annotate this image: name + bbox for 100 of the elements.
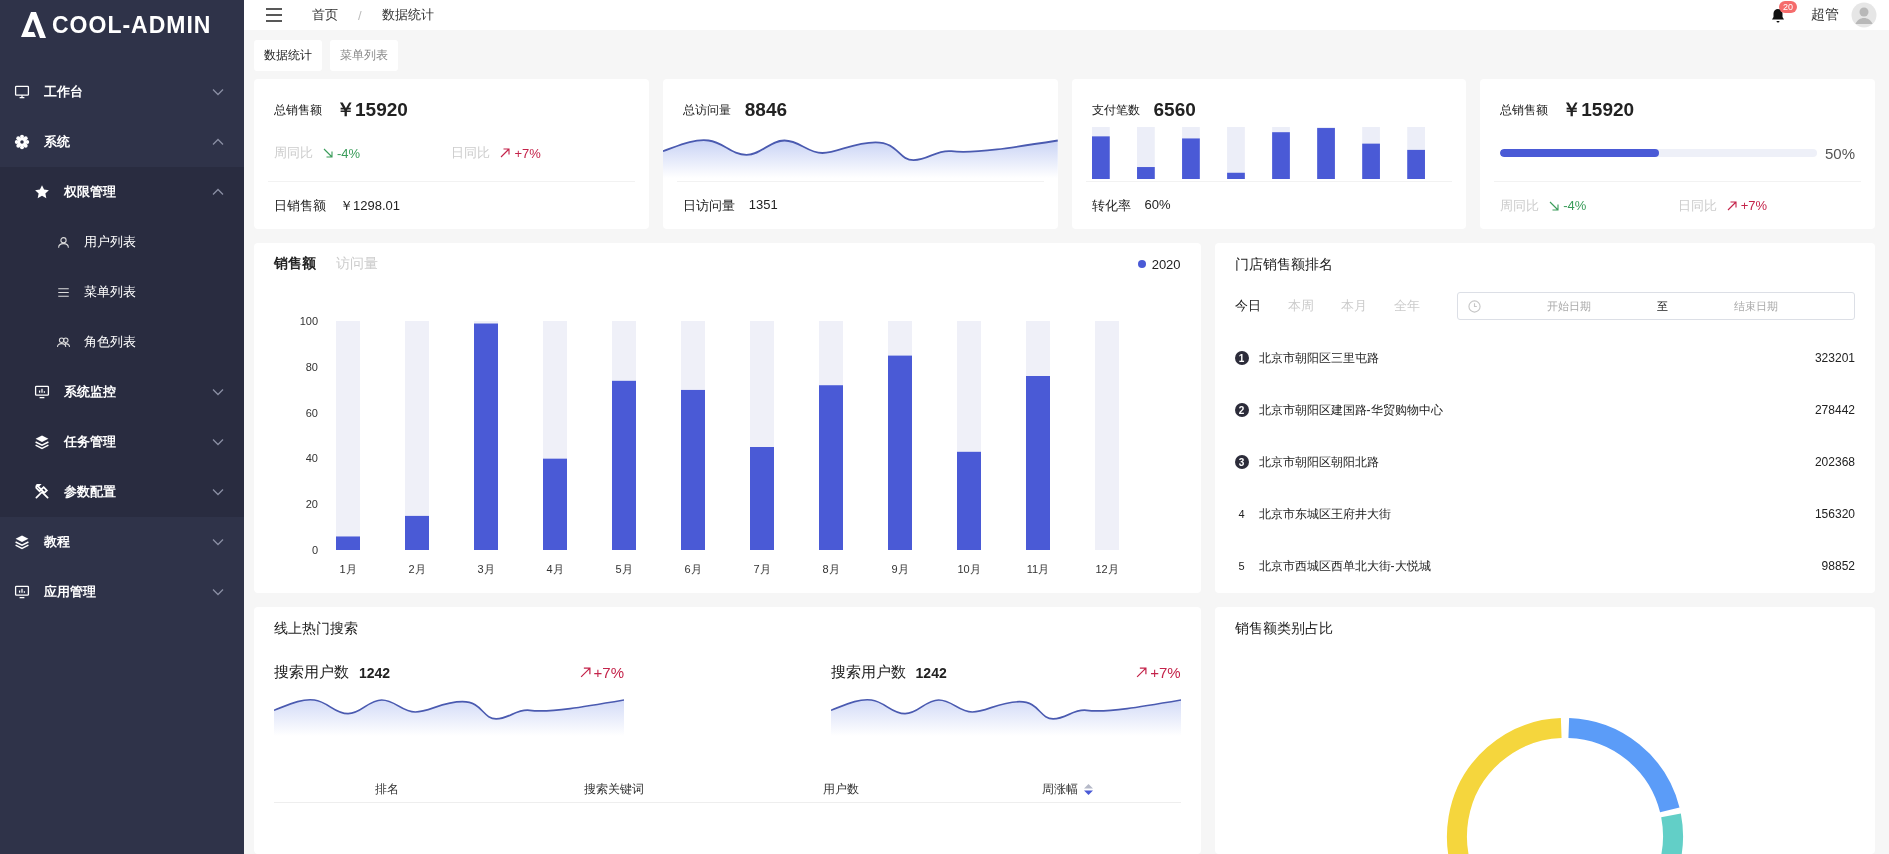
stat-value: 1242: [915, 664, 947, 681]
stat-value: 1242: [359, 664, 391, 681]
star-icon: [34, 184, 50, 200]
tools-icon: [34, 484, 50, 500]
mini-bar: [1406, 127, 1425, 179]
store-name: 北京市西城区西单北大街-大悦城: [1258, 557, 1432, 575]
page-tab[interactable]: 菜单列表: [330, 40, 398, 71]
footer-value: ￥1298.01: [340, 196, 400, 215]
axis-label: 11月: [1026, 563, 1050, 575]
footer-label: 转化率: [1091, 196, 1131, 215]
sales-value: 202368: [1814, 455, 1855, 469]
chevron-icon: [212, 88, 224, 96]
chevron-icon: [212, 388, 224, 396]
axis-label: 1月: [339, 563, 357, 575]
progress-reading: 50%: [1824, 144, 1855, 162]
stat-change: +7%: [1150, 664, 1181, 681]
axis-label: 12月: [1095, 563, 1119, 575]
start-date-input[interactable]: 开始日期: [1480, 299, 1657, 313]
breadcrumb-link[interactable]: 首页: [312, 6, 338, 24]
axis-label: 20: [305, 498, 318, 511]
sales-value: 156320: [1814, 507, 1855, 521]
users-icon: [56, 334, 71, 350]
sales-value: 98852: [1821, 559, 1855, 573]
period-tab[interactable]: 今日: [1234, 297, 1261, 315]
sales-value: 323201: [1814, 351, 1855, 365]
sidebar-item[interactable]: 参数配置: [0, 467, 244, 517]
card-value: 6560: [1153, 99, 1196, 121]
store-name: 北京市朝阳区建国路-华贸购物中心: [1258, 401, 1444, 419]
chevron-icon: [212, 488, 224, 496]
column-header: 搜索关键词: [583, 780, 644, 798]
compare-value: +7%: [514, 145, 541, 161]
layers-icon: [14, 534, 30, 550]
axis-label: 4月: [546, 563, 564, 575]
axis-label: 80: [305, 360, 318, 373]
footer-value: 60%: [1144, 196, 1171, 214]
compare-value: -4%: [337, 145, 361, 161]
page-tab[interactable]: 数据统计: [254, 40, 322, 71]
sidebar-item[interactable]: 权限管理: [0, 167, 244, 217]
monitor-icon: [14, 84, 30, 100]
sidebar-item[interactable]: 角色列表: [0, 317, 244, 367]
axis-label: 7月: [753, 563, 771, 575]
card-title: 门店销售额排名: [1234, 256, 1333, 274]
mini-bar: [1181, 127, 1200, 179]
chevron-icon: [212, 538, 224, 546]
rank-number: 5: [1237, 560, 1246, 572]
menu-icon[interactable]: [266, 8, 282, 22]
mini-bar: [1361, 127, 1380, 179]
rank-number: 4: [1237, 508, 1246, 520]
settings-icon: [14, 134, 30, 150]
axis-label: 2月: [408, 563, 426, 575]
footer-value: 1351: [748, 196, 778, 214]
mini-bar: [1091, 127, 1110, 179]
chart-tab[interactable]: 销售额: [274, 255, 316, 273]
breadcrumb-link[interactable]: 数据统计: [381, 6, 434, 24]
chart-monitor-icon: [14, 584, 30, 600]
bell-icon[interactable]: [1771, 7, 1785, 23]
chevron-icon: [212, 188, 224, 196]
sales-value: 278442: [1814, 403, 1855, 417]
column-header[interactable]: 周涨幅: [1041, 780, 1078, 798]
user-icon: [56, 234, 71, 250]
card-value: ￥15920: [336, 98, 408, 122]
rank-badge: 1: [1234, 351, 1249, 365]
footer-label: 日访问量: [682, 196, 735, 215]
date-range-picker[interactable]: 开始日期 至 结束日期: [1456, 292, 1855, 320]
sidebar-item[interactable]: 任务管理: [0, 417, 244, 467]
breadcrumb-separator: /: [358, 7, 362, 23]
sidebar-item[interactable]: 菜单列表: [0, 267, 244, 317]
store-name: 北京市东城区王府井大街: [1258, 505, 1392, 523]
axis-label: 10月: [957, 563, 981, 575]
chevron-icon: [212, 138, 224, 146]
rank-badge: 3: [1234, 455, 1249, 469]
end-date-input[interactable]: 结束日期: [1667, 299, 1844, 313]
card-value: ￥15920: [1562, 98, 1635, 122]
footer-label: 日销售额: [274, 196, 326, 215]
axis-label: 100: [299, 315, 318, 327]
stat-label: 搜索用户数: [830, 663, 906, 682]
layers-icon: [34, 434, 50, 450]
axis-label: 40: [305, 452, 318, 465]
axis-label: 0: [311, 544, 318, 556]
logo-text: COOL-ADMIN: [52, 11, 212, 39]
axis-label: 5月: [615, 563, 633, 575]
sidebar-item[interactable]: 系统监控: [0, 367, 244, 417]
card-title: 支付笔数: [1091, 101, 1140, 119]
store-name: 北京市朝阳区朝阳北路: [1258, 453, 1380, 471]
sidebar-item[interactable]: 用户列表: [0, 217, 244, 267]
range-separator: 至: [1656, 298, 1668, 314]
card-title: 销售额类别占比: [1234, 620, 1333, 638]
user-name[interactable]: 超管: [1811, 6, 1839, 24]
sort-icon[interactable]: [1083, 783, 1093, 795]
logo-icon: [20, 11, 46, 39]
sidebar-item[interactable]: 应用管理: [0, 567, 244, 617]
clock-icon: [1467, 299, 1481, 313]
sidebar-item[interactable]: 工作台: [0, 67, 244, 117]
chevron-icon: [212, 438, 224, 446]
axis-label: 9月: [891, 563, 909, 575]
compare-value: -4%: [1563, 198, 1587, 213]
sidebar-item[interactable]: 系统: [0, 117, 244, 167]
card-title: 总访问量: [682, 101, 731, 119]
sidebar-item[interactable]: 教程: [0, 517, 244, 567]
chevron-icon: [212, 588, 224, 596]
